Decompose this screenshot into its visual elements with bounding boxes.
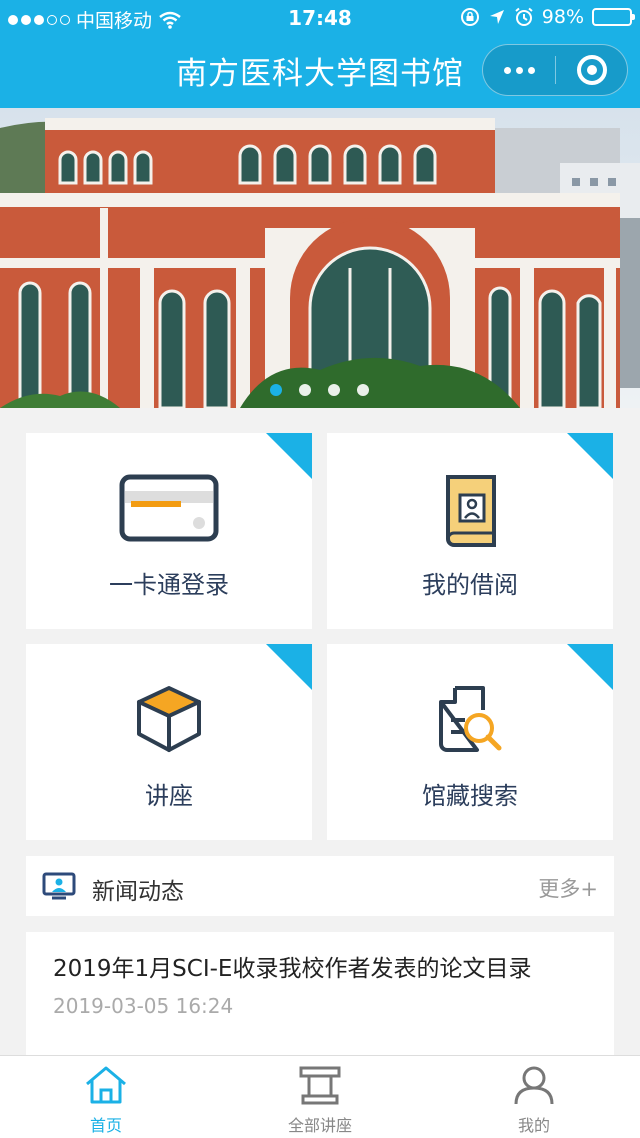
news-monitor-icon	[42, 872, 76, 900]
home-icon	[86, 1066, 126, 1104]
tab-home[interactable]: 首页	[46, 1062, 166, 1136]
person-icon	[514, 1066, 554, 1105]
news-section-header: 新闻动态 更多+	[26, 856, 614, 916]
battery-icon	[592, 8, 635, 26]
card-label: 一卡通登录	[109, 571, 229, 599]
rotation-lock-icon	[460, 8, 479, 26]
tab-mine[interactable]: 我的	[474, 1062, 594, 1136]
news-item-title: 2019年1月SCI-E收录我校作者发表的论文目录	[53, 956, 532, 982]
card-icon	[119, 474, 219, 542]
card-label: 讲座	[145, 782, 193, 810]
miniprogram-capsule	[482, 44, 628, 96]
close-button[interactable]	[556, 45, 627, 95]
carousel-dot[interactable]	[357, 384, 369, 396]
navigation-bar: 南方医科大学图书馆	[0, 36, 640, 108]
card-label: 我的借阅	[422, 571, 518, 599]
more-button[interactable]	[483, 45, 555, 95]
page-title: 南方医科大学图书馆	[176, 56, 464, 92]
card-my-borrowing[interactable]: 我的借阅	[327, 433, 613, 629]
box-icon	[137, 686, 201, 752]
tab-label: 我的	[517, 1116, 550, 1135]
card-label: 馆藏搜索	[422, 782, 518, 810]
carousel-dots	[270, 384, 369, 396]
battery-percent: 98%	[541, 6, 584, 28]
card-collection-search[interactable]: 馆藏搜索	[327, 644, 613, 840]
circle-close-icon	[576, 55, 607, 85]
tab-label: 全部讲座	[287, 1116, 352, 1135]
card-login[interactable]: 一卡通登录	[26, 433, 312, 629]
news-more-link[interactable]: 更多+	[538, 873, 598, 903]
alarm-icon	[515, 7, 533, 26]
tab-all-lectures[interactable]: 全部讲座	[260, 1062, 380, 1136]
status-bar: 中国移动 17:48 98%	[0, 0, 640, 36]
book-icon	[446, 475, 496, 547]
news-section-title: 新闻动态	[92, 879, 184, 905]
lectern-icon	[299, 1066, 341, 1105]
library-building-image	[0, 108, 640, 408]
news-item-time: 2019-03-05 16:24	[53, 994, 234, 1018]
card-lectures[interactable]: 讲座	[26, 644, 312, 840]
document-search-icon	[439, 686, 502, 752]
news-list-item[interactable]: 2019年1月SCI-E收录我校作者发表的论文目录 2019-03-05 16:…	[26, 932, 614, 1056]
more-dots-icon	[503, 66, 535, 74]
carousel-dot[interactable]	[328, 384, 340, 396]
location-icon	[489, 10, 504, 24]
carousel-dot[interactable]	[270, 384, 282, 396]
tab-label: 首页	[89, 1116, 122, 1135]
carousel-dot[interactable]	[299, 384, 311, 396]
banner-carousel[interactable]	[0, 108, 640, 408]
tab-bar: 首页 全部讲座 我的	[0, 1055, 640, 1138]
